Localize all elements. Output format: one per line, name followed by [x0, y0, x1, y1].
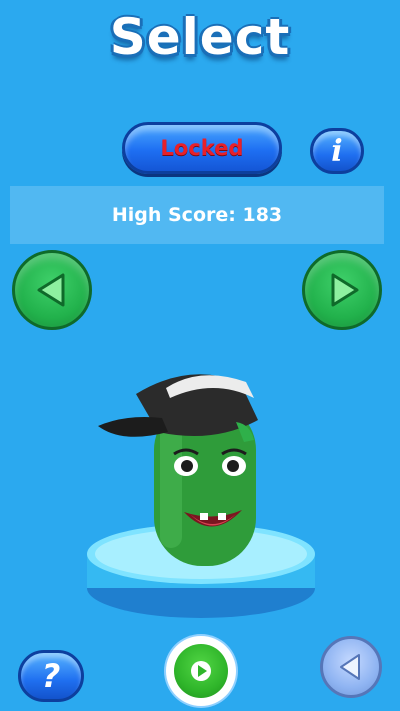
help-button[interactable]: ?	[18, 650, 84, 702]
arrow-left-icon	[37, 273, 65, 307]
locked-label: Locked	[160, 136, 244, 160]
cap-brim	[98, 417, 168, 437]
character-model	[98, 374, 258, 566]
back-triangle-icon	[340, 654, 360, 680]
high-score-panel: High Score: 183	[10, 186, 384, 244]
play-button[interactable]	[166, 636, 236, 706]
arrow-right-icon	[331, 273, 359, 307]
question-icon: ?	[41, 657, 61, 695]
screen-title: Select	[109, 8, 291, 66]
play-icon	[191, 661, 211, 681]
info-button[interactable]: i	[310, 128, 364, 174]
next-character-button[interactable]	[302, 250, 382, 330]
info-icon: i	[331, 133, 343, 169]
previous-character-button[interactable]	[12, 250, 92, 330]
locked-status-button[interactable]: Locked	[122, 122, 282, 174]
back-button[interactable]	[320, 636, 382, 698]
high-score-text: High Score: 183	[111, 204, 283, 226]
